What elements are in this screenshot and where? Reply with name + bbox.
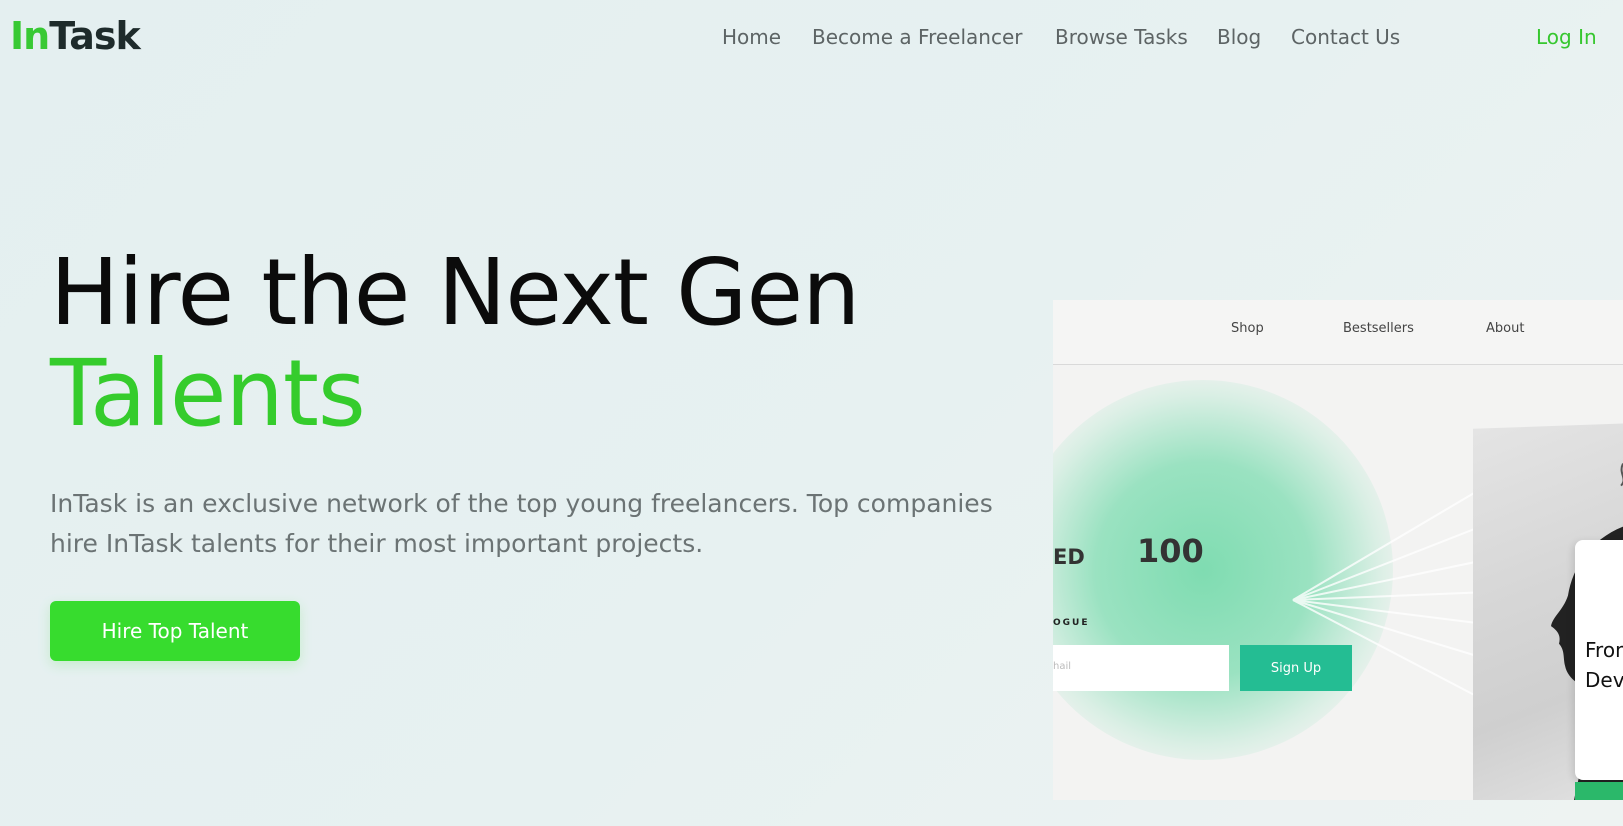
- mockup-text-ed: ED: [1053, 545, 1085, 569]
- nav-home[interactable]: Home: [722, 25, 781, 49]
- mockup-nav-shop: Shop: [1231, 321, 1264, 336]
- mockup-input-placeholder: hail: [1053, 661, 1072, 672]
- nav-blog[interactable]: Blog: [1217, 25, 1261, 49]
- nav-contact-us[interactable]: Contact Us: [1291, 25, 1400, 49]
- mockup-card-line1: Fron: [1585, 638, 1623, 662]
- hero-subtitle: InTask is an exclusive network of the to…: [50, 489, 993, 558]
- hero-title-line1: Hire the Next Gen: [50, 239, 860, 346]
- hero-title-line2: Talents: [50, 340, 366, 447]
- logo[interactable]: InTask: [10, 14, 141, 58]
- mockup-text-ogue: OGUE: [1053, 618, 1090, 628]
- nav-browse-tasks[interactable]: Browse Tasks: [1055, 25, 1188, 49]
- nav-become-freelancer[interactable]: Become a Freelancer: [812, 25, 1022, 49]
- mockup-card: Fron Dev: [1575, 540, 1623, 780]
- mockup-text-100: 100: [1137, 532, 1204, 570]
- mockup-nav-bestsellers: Bestsellers: [1343, 321, 1414, 336]
- mockup-navbar: Shop Bestsellers About: [1053, 300, 1623, 365]
- mockup-green-bar: [1575, 782, 1623, 800]
- logo-task: Task: [49, 14, 141, 58]
- hero-mockup-image: Shop Bestsellers About ED 100 OGUE hail …: [1053, 300, 1623, 800]
- mockup-nav-about: About: [1486, 321, 1525, 336]
- login-link[interactable]: Log In: [1536, 25, 1597, 49]
- mockup-card-line2: Dev: [1585, 668, 1623, 692]
- hire-top-talent-button[interactable]: Hire Top Talent: [50, 601, 300, 661]
- mockup-signup-button: Sign Up: [1240, 645, 1352, 691]
- logo-in: In: [10, 14, 50, 58]
- mockup-email-input: hail: [1053, 645, 1229, 691]
